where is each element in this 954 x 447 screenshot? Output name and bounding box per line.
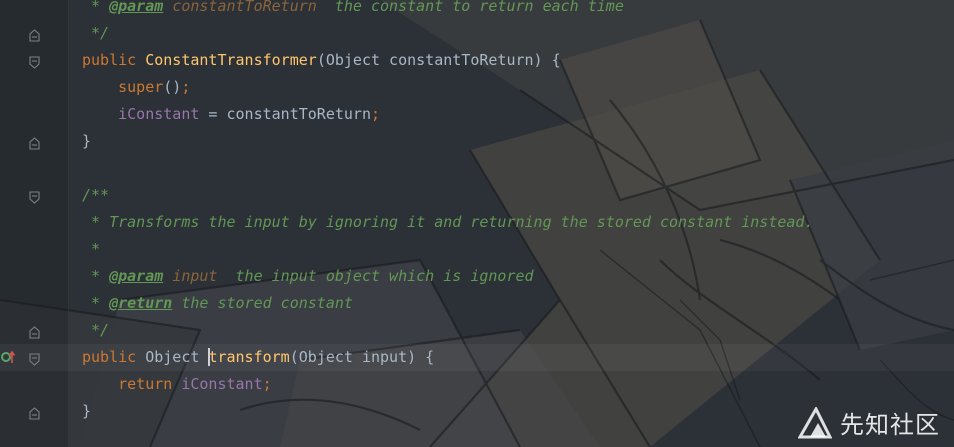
javadoc-tag-token: @param xyxy=(109,0,164,15)
code-token: Object xyxy=(145,348,209,366)
param-name-token: constantToReturn xyxy=(172,0,317,15)
override-method-icon[interactable] xyxy=(1,349,16,365)
fold-start-icon[interactable] xyxy=(29,189,40,204)
code-line-text: } xyxy=(82,128,91,155)
code-line[interactable]: super(); xyxy=(0,74,954,101)
comment-token xyxy=(163,267,172,285)
xianzhi-logo-icon xyxy=(798,406,832,438)
keyword-token: ; xyxy=(371,105,381,123)
javadoc-tag-token: @param xyxy=(109,267,164,285)
code-line-text: public ConstantTransformer(Object consta… xyxy=(82,47,561,74)
comment-token: * xyxy=(82,267,110,285)
code-line[interactable]: return iConstant; xyxy=(0,371,954,398)
comment-token: */ xyxy=(82,24,110,42)
code-line-text: */ xyxy=(82,20,109,47)
fold-start-icon[interactable] xyxy=(29,54,40,69)
comment-token: /** xyxy=(82,186,110,204)
code-line-text: super(); xyxy=(82,74,190,101)
code-line[interactable]: */ xyxy=(0,317,954,344)
code-token: } xyxy=(82,402,92,420)
comment-token xyxy=(163,0,172,15)
code-token: () xyxy=(163,78,182,96)
code-line-text: * Transforms the input by ignoring it an… xyxy=(82,209,814,236)
code-line-text: * @return the stored constant xyxy=(82,290,353,317)
fold-end-icon[interactable] xyxy=(29,324,40,339)
comment-token: the constant to return each time xyxy=(316,0,624,15)
code-token: } xyxy=(82,132,92,150)
code-line-text: /** xyxy=(82,182,109,209)
fold-end-icon[interactable] xyxy=(29,27,40,42)
keyword-token: public xyxy=(82,51,146,69)
code-line[interactable]: * @param input the input object which is… xyxy=(0,263,954,290)
code-line-text: * @param input the input object which is… xyxy=(82,263,534,290)
keyword-token: ; xyxy=(262,375,272,393)
fold-end-icon[interactable] xyxy=(29,135,40,150)
method-name-token: transform xyxy=(208,348,290,366)
code-line[interactable]: * Transforms the input by ignoring it an… xyxy=(0,209,954,236)
comment-token: */ xyxy=(82,321,110,339)
comment-token: * xyxy=(82,294,110,312)
keyword-token: ; xyxy=(181,78,191,96)
code-line[interactable]: * @param constantToReturn the constant t… xyxy=(0,0,954,20)
code-line[interactable]: * xyxy=(0,236,954,263)
comment-token: the input object which is ignored xyxy=(217,267,534,285)
watermark-text: 先知社区 xyxy=(840,411,940,439)
code-line-text: iConstant = constantToReturn; xyxy=(82,101,380,128)
code-line-text: return iConstant; xyxy=(82,371,272,398)
code-line-text: public Object transform(Object input) { xyxy=(82,344,434,371)
comment-token: * xyxy=(82,240,101,258)
javadoc-tag-token: @return xyxy=(109,294,173,312)
code-line[interactable]: public ConstantTransformer(Object consta… xyxy=(0,47,954,74)
fold-end-icon[interactable] xyxy=(29,405,40,420)
code-line-text: * @param constantToReturn the constant t… xyxy=(82,0,624,20)
code-line[interactable]: } xyxy=(0,128,954,155)
code-token: = constantToReturn xyxy=(199,105,371,123)
code-line[interactable]: * @return the stored constant xyxy=(0,290,954,317)
code-line-text: } xyxy=(82,398,91,425)
code-line-text: */ xyxy=(82,317,109,344)
code-line[interactable]: public Object transform(Object input) { xyxy=(0,344,954,371)
code-token: (Object input) { xyxy=(289,348,435,366)
watermark: 先知社区 xyxy=(798,405,940,440)
fold-start-icon[interactable] xyxy=(29,351,40,366)
keyword-token: super xyxy=(118,78,164,96)
method-name-token: ConstantTransformer xyxy=(145,51,317,69)
code-editor[interactable]: * @param constantToReturn the constant t… xyxy=(0,0,954,447)
keyword-token: public xyxy=(82,348,146,366)
field-token: iConstant xyxy=(181,375,263,393)
comment-token: the stored constant xyxy=(172,294,353,312)
field-token: iConstant xyxy=(118,105,200,123)
comment-token: * xyxy=(82,0,110,15)
comment-token: * Transforms the input by ignoring it an… xyxy=(82,213,814,231)
param-name-token: input xyxy=(172,267,218,285)
code-line[interactable]: /** xyxy=(0,182,954,209)
code-line-text: * xyxy=(82,236,100,263)
code-token: (Object constantToReturn) { xyxy=(316,51,561,69)
keyword-token: return xyxy=(118,375,182,393)
code-line[interactable]: */ xyxy=(0,20,954,47)
code-line[interactable]: iConstant = constantToReturn; xyxy=(0,101,954,128)
code-line[interactable] xyxy=(0,155,954,182)
text-cursor xyxy=(208,347,210,366)
